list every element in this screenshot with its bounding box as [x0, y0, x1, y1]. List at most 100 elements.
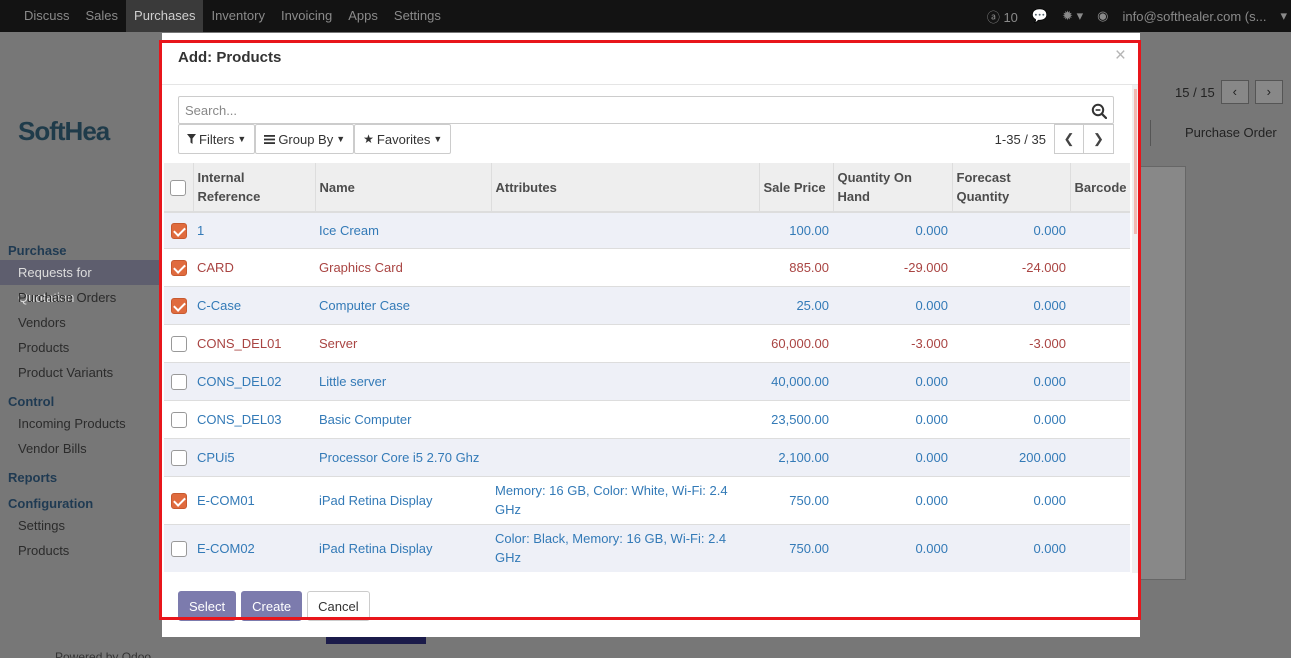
row-checkbox[interactable]: [170, 260, 187, 277]
quantity-on-hand-cell[interactable]: 0.000: [833, 285, 952, 324]
forecast-quantity-cell[interactable]: 200.000: [952, 437, 1070, 476]
barcode-cell[interactable]: [1070, 437, 1130, 476]
quantity-on-hand-cell[interactable]: 0.000: [833, 211, 952, 248]
sale-price-cell[interactable]: 885.00: [759, 247, 833, 286]
caret-down-icon[interactable]: ▾: [1280, 8, 1287, 24]
sale-price-cell[interactable]: 60,000.00: [759, 323, 833, 362]
attributes-cell[interactable]: [491, 247, 759, 286]
sale-price-cell[interactable]: 100.00: [759, 211, 833, 248]
favorites-button[interactable]: ★ Favorites ▼: [354, 124, 452, 154]
app-menu-settings[interactable]: Settings: [386, 0, 449, 32]
internal-reference-cell[interactable]: CARD: [193, 247, 315, 286]
attributes-cell[interactable]: [491, 399, 759, 438]
search-input[interactable]: [178, 96, 1114, 124]
table-row[interactable]: CONS_DEL01 Server 60,000.00 -3.000 -3.000: [164, 323, 1130, 362]
quantity-on-hand-cell[interactable]: 0.000: [833, 523, 952, 572]
table-row[interactable]: CPUi5 Processor Core i5 2.70 Ghz 2,100.00 0…: [164, 437, 1130, 476]
column-header[interactable]: Barcode: [1070, 163, 1130, 213]
name-cell[interactable]: Server: [315, 323, 491, 362]
name-cell[interactable]: Graphics Card: [315, 247, 491, 286]
quantity-on-hand-cell[interactable]: -29.000: [833, 247, 952, 286]
sale-price-cell[interactable]: 750.00: [759, 475, 833, 524]
forecast-quantity-cell[interactable]: 0.000: [952, 285, 1070, 324]
name-cell[interactable]: Processor Core i5 2.70 Ghz: [315, 437, 491, 476]
sidebar-item-vendor-bills[interactable]: Vendor Bills: [0, 436, 160, 461]
app-menu-inventory[interactable]: Inventory: [203, 0, 272, 32]
sidebar-item-settings[interactable]: Settings: [0, 513, 160, 538]
column-header[interactable]: Sale Price: [759, 163, 834, 213]
quantity-on-hand-cell[interactable]: 0.000: [833, 361, 952, 400]
barcode-cell[interactable]: [1070, 323, 1130, 362]
table-row[interactable]: CARD Graphics Card 885.00 -29.000 -24.000: [164, 247, 1130, 286]
chevron-right-icon[interactable]: ❯: [1084, 124, 1114, 154]
column-header[interactable]: Quantity On Hand: [833, 163, 953, 213]
bug-icon[interactable]: ✹ ▾: [1062, 8, 1083, 24]
sidebar-item-product-variants[interactable]: Product Variants: [0, 360, 160, 385]
quantity-on-hand-cell[interactable]: 0.000: [833, 475, 952, 524]
app-menu-discuss[interactable]: Discuss: [16, 0, 78, 32]
column-header[interactable]: Internal Reference: [193, 163, 316, 213]
internal-reference-cell[interactable]: CPUi5: [193, 437, 315, 476]
table-row[interactable]: 1 Ice Cream 100.00 0.000 0.000: [164, 211, 1130, 248]
sidebar-item-products[interactable]: Products: [0, 335, 160, 360]
sale-price-cell[interactable]: 23,500.00: [759, 399, 833, 438]
select-button[interactable]: Select: [178, 591, 237, 621]
barcode-cell[interactable]: [1070, 285, 1130, 324]
forecast-quantity-cell[interactable]: 0.000: [952, 361, 1070, 400]
activity-icon[interactable]: ⓐ 10: [987, 7, 1018, 26]
sale-price-cell[interactable]: 750.00: [759, 523, 833, 572]
quantity-on-hand-cell[interactable]: 0.000: [833, 437, 952, 476]
forecast-quantity-cell[interactable]: 0.000: [952, 399, 1070, 438]
app-menu-sales[interactable]: Sales: [78, 0, 127, 32]
quantity-on-hand-cell[interactable]: 0.000: [833, 399, 952, 438]
app-menu-apps[interactable]: Apps: [340, 0, 386, 32]
row-checkbox[interactable]: [170, 541, 187, 558]
name-cell[interactable]: Basic Computer: [315, 399, 491, 438]
table-row[interactable]: E-COM02 iPad Retina Display Color: Black, …: [164, 523, 1130, 572]
user-menu[interactable]: info@softhealer.com (s...: [1122, 9, 1266, 24]
row-checkbox[interactable]: [170, 374, 187, 391]
group-by-button[interactable]: Group By ▼: [255, 124, 355, 154]
sidebar-item-requests-for-quotation[interactable]: Requests for Quotation: [0, 260, 160, 305]
forecast-quantity-cell[interactable]: -3.000: [952, 323, 1070, 362]
table-row[interactable]: CONS_DEL02 Little server 40,000.00 0.000 0.0…: [164, 361, 1130, 400]
background-prev-button[interactable]: ‹: [1220, 80, 1249, 104]
barcode-cell[interactable]: [1070, 523, 1130, 572]
sidebar-item-purchase-orders[interactable]: Purchase Orders: [0, 285, 160, 310]
row-checkbox[interactable]: [170, 336, 187, 353]
row-checkbox[interactable]: [170, 298, 187, 315]
internal-reference-cell[interactable]: CONS_DEL03: [193, 399, 315, 438]
column-header[interactable]: Name: [315, 163, 492, 213]
chat-icon[interactable]: 💬: [1032, 8, 1048, 24]
sale-price-cell[interactable]: 25.00: [759, 285, 833, 324]
scrollbar-thumb[interactable]: [1134, 89, 1137, 234]
select-all-checkbox[interactable]: [170, 180, 187, 197]
filters-button[interactable]: Filters ▼: [178, 124, 256, 154]
name-cell[interactable]: iPad Retina Display: [315, 523, 491, 572]
internal-reference-cell[interactable]: CONS_DEL02: [193, 361, 315, 400]
forecast-quantity-cell[interactable]: 0.000: [952, 211, 1070, 248]
sale-price-cell[interactable]: 2,100.00: [759, 437, 833, 476]
barcode-cell[interactable]: [1070, 247, 1130, 286]
create-button[interactable]: Create: [241, 591, 303, 621]
table-row[interactable]: E-COM01 iPad Retina Display Memory: 16 GB,…: [164, 475, 1130, 524]
name-cell[interactable]: Ice Cream: [315, 211, 491, 248]
background-next-button[interactable]: ›: [1254, 80, 1283, 104]
forecast-quantity-cell[interactable]: 0.000: [952, 523, 1070, 572]
app-menu-purchases[interactable]: Purchases: [126, 0, 204, 32]
attributes-cell[interactable]: [491, 285, 759, 324]
row-checkbox[interactable]: [170, 412, 187, 429]
table-row[interactable]: CONS_DEL03 Basic Computer 23,500.00 0.000 0.…: [164, 399, 1130, 438]
attributes-cell[interactable]: [491, 323, 759, 362]
internal-reference-cell[interactable]: CONS_DEL01: [193, 323, 315, 362]
column-header[interactable]: Forecast Quantity: [952, 163, 1071, 213]
name-cell[interactable]: Little server: [315, 361, 491, 400]
internal-reference-cell[interactable]: E-COM01: [193, 475, 315, 524]
table-row[interactable]: C-Case Computer Case 25.00 0.000 0.000: [164, 285, 1130, 324]
avatar[interactable]: ◉: [1097, 8, 1108, 24]
attributes-cell[interactable]: Color: Black, Memory: 16 GB, Wi-Fi: 2.4 …: [491, 523, 759, 572]
close-icon[interactable]: ×: [1115, 46, 1126, 65]
barcode-cell[interactable]: [1070, 399, 1130, 438]
attributes-cell[interactable]: [491, 437, 759, 476]
quantity-on-hand-cell[interactable]: -3.000: [833, 323, 952, 362]
